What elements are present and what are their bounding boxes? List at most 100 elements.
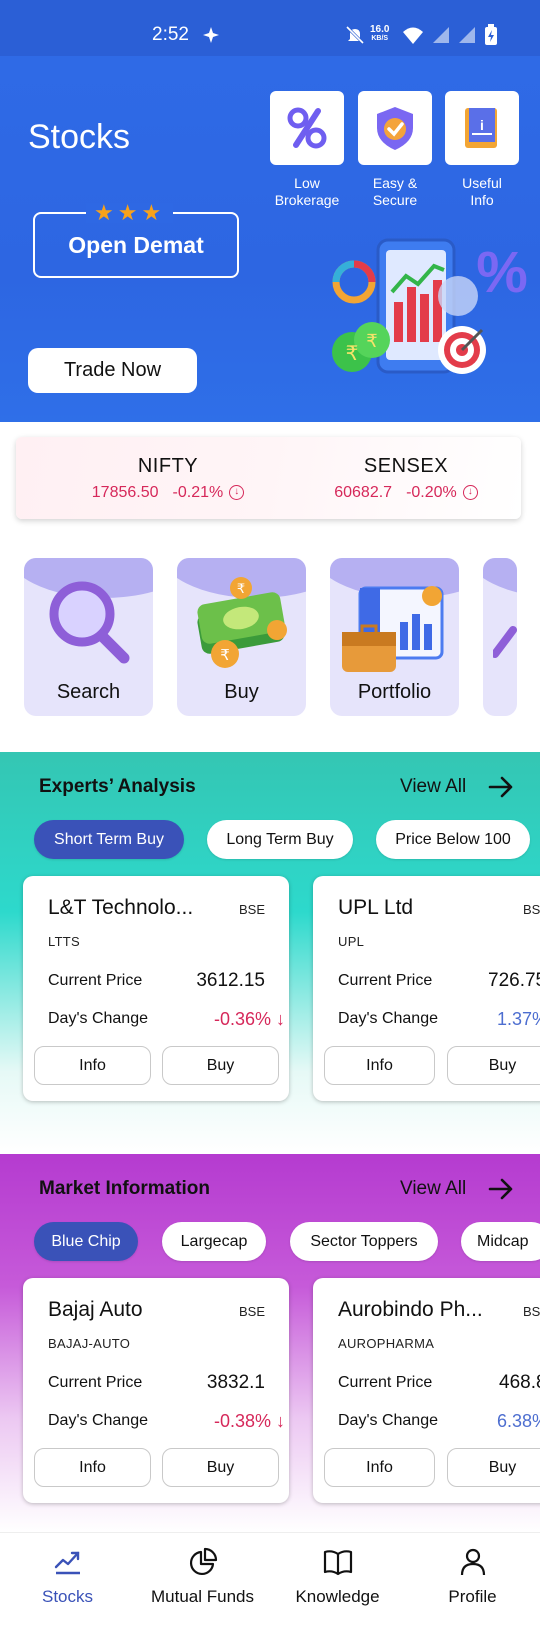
buy-button[interactable]: Buy (162, 1046, 279, 1085)
info-button[interactable]: Info (34, 1046, 151, 1085)
experts-analysis-section: Experts’ Analysis View All Short Term Bu… (0, 752, 540, 1152)
stock-symbol: BAJAJ-AUTO (48, 1336, 131, 1351)
feature-useful-info[interactable]: i Useful Info (444, 91, 520, 209)
nav-stocks[interactable]: Stocks (0, 1547, 135, 1607)
feature-label-line: Useful (462, 175, 502, 191)
stock-name: Aurobindo Ph... (338, 1298, 483, 1321)
quick-action-buy[interactable]: ₹ ₹ Buy (177, 558, 306, 716)
index-sensex: SENSEX 60682.7 -0.20% ↓ (306, 455, 506, 502)
stock-symbol: AUROPHARMA (338, 1336, 435, 1351)
stars-icon: ★★★ (86, 202, 174, 224)
chip-price-below-100[interactable]: Price Below 100 (376, 820, 530, 859)
exchange-label: BS (523, 1304, 540, 1319)
feature-easy-secure[interactable]: Easy & Secure (357, 91, 433, 209)
market-view-all-link[interactable]: View All (400, 1178, 466, 1200)
section-title: Market Information (39, 1178, 211, 1199)
day-change: 1.37% (497, 1009, 540, 1029)
price-label: Current Price (48, 1374, 143, 1391)
open-demat-label: Open Demat (68, 231, 204, 258)
brightness-icon (200, 24, 222, 46)
bottom-navigation: Stocks Mutual Funds Knowledge Profile (0, 1532, 540, 1634)
current-price: 3832.1 (206, 1372, 265, 1393)
index-name: NIFTY (137, 455, 199, 477)
stock-card[interactable]: UPL Ltd BS UPL Current Price 726.75 Day'… (313, 876, 540, 1101)
no-sim-icon (456, 24, 478, 46)
trade-now-button[interactable]: Trade Now (28, 348, 197, 393)
feature-label-line: Info (470, 192, 494, 208)
market-index-card[interactable]: NIFTY 17856.50 -0.21% ↓ SENSEX 60682.7 -0.2… (16, 437, 521, 519)
info-button[interactable]: Info (34, 1448, 151, 1487)
stock-card[interactable]: L&T Technolo... BSE LTTS Current Price 3… (23, 876, 289, 1101)
index-value: 60682.7 (334, 484, 393, 501)
chip-short-term-buy[interactable]: Short Term Buy (34, 820, 184, 859)
chip-long-term-buy[interactable]: Long Term Buy (207, 820, 353, 859)
quick-action-portfolio[interactable]: Portfolio (330, 558, 459, 716)
exchange-label: BSE (238, 1304, 265, 1319)
buy-button[interactable]: Buy (447, 1046, 540, 1085)
book-icon (323, 1550, 352, 1576)
network-speed: 16.0 KB/S (370, 25, 389, 43)
chip-largecap[interactable]: Largecap (162, 1222, 266, 1261)
stock-name: Bajaj Auto (48, 1298, 143, 1321)
stock-chart-icon (54, 1551, 80, 1575)
stock-card[interactable]: Bajaj Auto BSE BAJAJ-AUTO Current Price … (23, 1278, 289, 1503)
svg-text:%: % (476, 240, 528, 305)
stock-growth-illustration-icon: % ₹ ₹ (332, 238, 528, 374)
exchange-label: BSE (238, 902, 265, 917)
buy-button[interactable]: Buy (447, 1448, 540, 1487)
nav-label: Stocks (41, 1587, 94, 1606)
arrow-right-icon[interactable] (488, 776, 514, 798)
chip-midcap[interactable]: Midcap (461, 1222, 540, 1261)
percent-icon (270, 91, 344, 165)
price-label: Current Price (338, 1374, 433, 1391)
stock-symbol: UPL (338, 934, 365, 949)
change-label: Day's Change (338, 1010, 438, 1027)
quick-action-more[interactable] (483, 558, 517, 716)
chip-blue-chip[interactable]: Blue Chip (34, 1222, 138, 1261)
down-arrow-circle-icon: ↓ (462, 485, 478, 501)
nav-knowledge[interactable]: Knowledge (270, 1547, 405, 1607)
page-title: Stocks (28, 118, 131, 156)
wifi-icon (402, 24, 424, 46)
arrow-right-icon[interactable] (488, 1178, 514, 1200)
index-change: -0.21% (172, 484, 224, 501)
svg-text:₹: ₹ (346, 341, 359, 365)
nav-label: Knowledge (295, 1587, 380, 1606)
nav-profile[interactable]: Profile (405, 1547, 540, 1607)
svg-text:i: i (480, 117, 484, 133)
current-price: 726.75 (488, 970, 540, 991)
info-button[interactable]: Info (324, 1046, 435, 1085)
feature-low-brokerage[interactable]: Low Brokerage (269, 91, 345, 209)
quick-action-label: Portfolio (357, 681, 432, 703)
info-button[interactable]: Info (324, 1448, 435, 1487)
buy-button[interactable]: Buy (162, 1448, 279, 1487)
stock-card[interactable]: Aurobindo Ph... BS AUROPHARMA Current Pr… (313, 1278, 540, 1503)
status-time: 2:52 (152, 24, 189, 45)
speed-unit: KB/S (371, 35, 389, 42)
down-arrow-circle-icon: ↓ (229, 485, 245, 501)
partial-card-icon (493, 626, 517, 658)
status-bar: 2:52 16.0 KB/S (0, 0, 540, 56)
pie-chart-icon (189, 1547, 217, 1576)
battery-charging-icon (484, 24, 506, 46)
money-stack-icon: ₹ ₹ (197, 577, 287, 668)
magnifier-icon (49, 581, 130, 664)
shield-check-icon (358, 91, 432, 165)
mute-icon (344, 24, 366, 46)
current-price: 468.8 (499, 1372, 540, 1393)
stock-symbol: LTTS (48, 934, 81, 949)
day-change: -0.36% ↓ (213, 1009, 285, 1029)
index-nifty: NIFTY 17856.50 -0.21% ↓ (68, 455, 268, 502)
nav-mutual-funds[interactable]: Mutual Funds (135, 1547, 270, 1607)
index-value: 17856.50 (91, 484, 159, 501)
exchange-label: BS (523, 902, 540, 917)
market-information-section: Market Information View All Blue Chip La… (0, 1154, 540, 1532)
briefcase-chart-icon (342, 586, 444, 672)
chip-sector-toppers[interactable]: Sector Toppers (290, 1222, 438, 1261)
experts-view-all-link[interactable]: View All (400, 776, 466, 798)
feature-label-line: Secure (372, 192, 418, 208)
price-label: Current Price (338, 972, 433, 989)
svg-text:₹: ₹ (237, 582, 245, 597)
quick-action-search[interactable]: Search (24, 558, 153, 716)
feature-label-line: Easy & (372, 175, 418, 191)
